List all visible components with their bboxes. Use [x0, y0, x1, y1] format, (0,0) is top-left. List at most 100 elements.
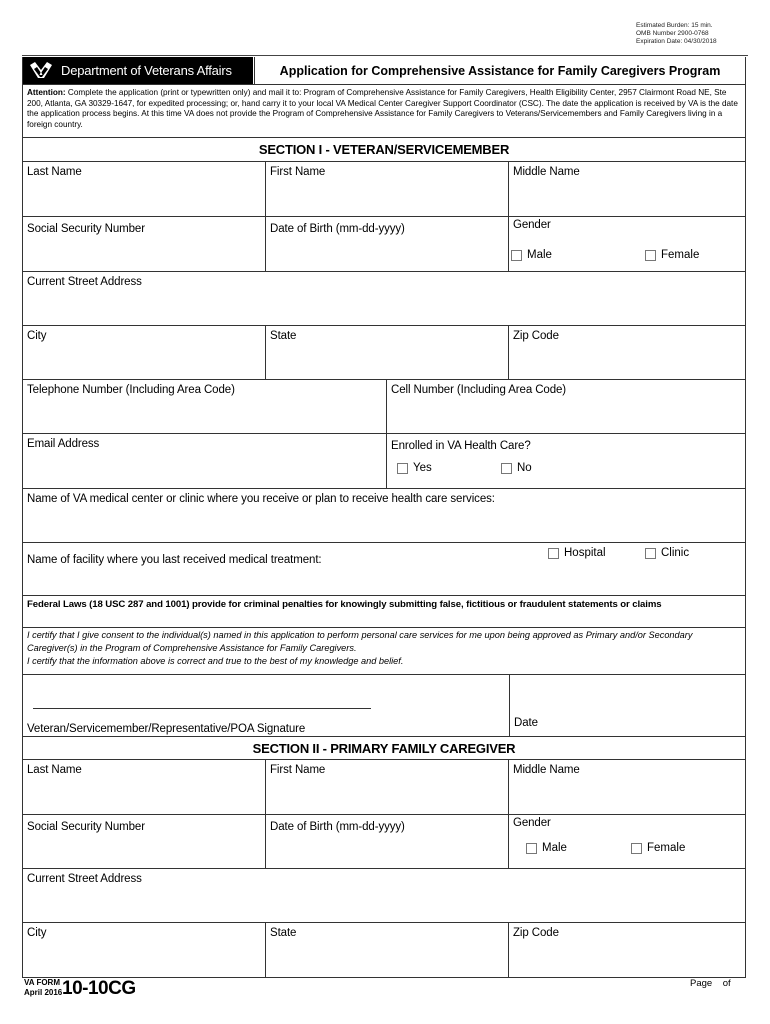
s1-date-label: Date	[514, 717, 538, 729]
s2-state-field[interactable]: State	[265, 923, 508, 977]
federal-laws-row: Federal Laws (18 USC 287 and 1001) provi…	[22, 596, 746, 628]
footer-va-form-label: VA FORM	[24, 978, 60, 987]
s2-ssn-field[interactable]: Social Security Number	[23, 815, 265, 868]
s1-cell-field[interactable]: Cell Number (Including Area Code)	[386, 380, 745, 433]
s1-enrolled-yes-checkbox[interactable]: Yes	[397, 462, 432, 474]
checkbox-icon[interactable]	[548, 547, 559, 559]
s2-gender-male-checkbox[interactable]: Male	[526, 842, 567, 854]
attention-body: Complete the application (print or typew…	[27, 88, 738, 129]
signature-line	[33, 708, 371, 709]
s2-middle-name-field[interactable]: Middle Name	[508, 760, 745, 814]
s1-city-row: City State Zip Code	[22, 326, 746, 380]
s1-male-label: Male	[527, 249, 552, 261]
s1-telephone-label: Telephone Number (Including Area Code)	[27, 384, 235, 396]
s1-phone-row: Telephone Number (Including Area Code) C…	[22, 380, 746, 434]
section-1-title: SECTION I - VETERAN/SERVICEMEMBER	[258, 142, 510, 157]
checkbox-icon[interactable]	[631, 842, 642, 854]
s2-gender-female-checkbox[interactable]: Female	[631, 842, 685, 854]
certify-correct: I certify that the information above is …	[27, 656, 404, 666]
footer-form-number: 10-10CG	[62, 978, 136, 999]
s2-first-name-field[interactable]: First Name	[265, 760, 508, 814]
s2-last-name-field[interactable]: Last Name	[23, 760, 265, 814]
s1-ssn-label: Social Security Number	[27, 223, 145, 235]
s1-no-label: No	[517, 462, 532, 474]
form-title: Application for Comprehensive Assistance…	[254, 57, 745, 84]
checkbox-icon[interactable]	[526, 842, 537, 854]
s1-ssn-field[interactable]: Social Security Number	[23, 217, 265, 271]
s1-facility-field[interactable]: Name of facility where you last received…	[23, 543, 745, 595]
va-seal-icon	[30, 61, 52, 78]
section-1-header: SECTION I - VETERAN/SERVICEMEMBER	[22, 138, 746, 162]
va-banner: Department of Veterans Affairs	[23, 57, 253, 84]
s2-middle-name-label: Middle Name	[513, 764, 580, 776]
s1-first-name-label: First Name	[270, 166, 326, 178]
s2-ssn-row: Social Security Number Date of Birth (mm…	[22, 815, 746, 869]
s2-male-label: Male	[542, 842, 567, 854]
checkbox-icon[interactable]	[645, 249, 656, 261]
checkbox-icon[interactable]	[645, 547, 656, 559]
s1-first-name-field[interactable]: First Name	[265, 162, 508, 216]
omb-number: OMB Number 2900-0768	[636, 30, 709, 37]
attention-row: Attention: Complete the application (pri…	[22, 85, 746, 138]
estimated-burden: Estimated Burden: 15 min.	[636, 22, 713, 29]
s1-last-name-label: Last Name	[27, 166, 82, 178]
s2-name-row: Last Name First Name Middle Name	[22, 760, 746, 815]
s1-ssn-row: Social Security Number Date of Birth (mm…	[22, 217, 746, 272]
agency-name: Department of Veterans Affairs	[61, 63, 232, 78]
s2-dob-field[interactable]: Date of Birth (mm-dd-yyyy)	[265, 815, 508, 868]
s2-zip-field[interactable]: Zip Code	[508, 923, 745, 977]
s2-female-label: Female	[647, 842, 686, 854]
checkbox-icon[interactable]	[501, 462, 512, 474]
s1-email-row: Email Address Enrolled in VA Health Care…	[22, 434, 746, 489]
s1-email-label: Email Address	[27, 438, 100, 450]
checkbox-icon[interactable]	[397, 462, 408, 474]
s2-gender-label: Gender	[513, 817, 551, 829]
s1-facility-clinic-checkbox[interactable]: Clinic	[645, 547, 689, 559]
header-row: Department of Veterans Affairs Applicati…	[22, 57, 746, 85]
section-2-header: SECTION II - PRIMARY FAMILY CAREGIVER	[22, 737, 746, 760]
footer-page-number: Page of	[690, 978, 731, 989]
s1-state-label: State	[270, 330, 297, 342]
s1-gender-male-checkbox[interactable]: Male	[511, 249, 552, 261]
s2-city-field[interactable]: City	[23, 923, 265, 977]
s1-gender-female-checkbox[interactable]: Female	[645, 249, 699, 261]
s1-street-row: Current Street Address	[22, 272, 746, 326]
s1-state-field[interactable]: State	[265, 326, 508, 379]
s1-street-field[interactable]: Current Street Address	[23, 272, 745, 325]
s2-city-row: City State Zip Code	[22, 923, 746, 978]
s1-signature-field[interactable]: Veteran/Servicemember/Representative/POA…	[23, 675, 509, 736]
s1-gender-field: Gender Male Female	[508, 217, 745, 271]
certify-text: I certify that I give consent to the ind…	[23, 628, 745, 669]
s1-middle-name-field[interactable]: Middle Name	[508, 162, 745, 216]
expiration-date: Expiration Date: 04/30/2018	[636, 38, 717, 45]
s1-telephone-field[interactable]: Telephone Number (Including Area Code)	[23, 380, 386, 433]
s1-va-center-field[interactable]: Name of VA medical center or clinic wher…	[23, 489, 745, 542]
checkbox-icon[interactable]	[511, 249, 522, 261]
s1-enrolled-label: Enrolled in VA Health Care?	[391, 440, 531, 452]
s1-facility-hospital-checkbox[interactable]: Hospital	[548, 547, 606, 559]
s1-female-label: Female	[661, 249, 700, 261]
s1-enrolled-field: Enrolled in VA Health Care? Yes No	[386, 434, 745, 488]
s1-street-label: Current Street Address	[27, 276, 142, 288]
s1-cell-label: Cell Number (Including Area Code)	[391, 384, 567, 396]
s1-last-name-field[interactable]: Last Name	[23, 162, 265, 216]
s2-dob-label: Date of Birth (mm-dd-yyyy)	[270, 821, 405, 833]
certify-consent: I certify that I give consent to the ind…	[27, 630, 693, 653]
s1-enrolled-no-checkbox[interactable]: No	[501, 462, 532, 474]
s2-street-label: Current Street Address	[27, 873, 142, 885]
s1-facility-row: Name of facility where you last received…	[22, 543, 746, 596]
federal-laws-text: Federal Laws (18 USC 287 and 1001) provi…	[27, 599, 662, 610]
s1-gender-label: Gender	[513, 219, 551, 231]
s1-va-center-row: Name of VA medical center or clinic wher…	[22, 489, 746, 543]
s1-date-field[interactable]: Date	[509, 675, 745, 736]
s1-dob-field[interactable]: Date of Birth (mm-dd-yyyy)	[265, 217, 508, 271]
s1-va-center-label: Name of VA medical center or clinic wher…	[27, 493, 495, 505]
s1-email-field[interactable]: Email Address	[23, 434, 386, 488]
attention-text: Attention: Complete the application (pri…	[23, 85, 745, 133]
s1-name-row: Last Name First Name Middle Name	[22, 162, 746, 217]
certify-row: I certify that I give consent to the ind…	[22, 628, 746, 675]
s2-street-field[interactable]: Current Street Address	[23, 869, 745, 922]
s1-city-field[interactable]: City	[23, 326, 265, 379]
s2-first-name-label: First Name	[270, 764, 326, 776]
s1-zip-field[interactable]: Zip Code	[508, 326, 745, 379]
